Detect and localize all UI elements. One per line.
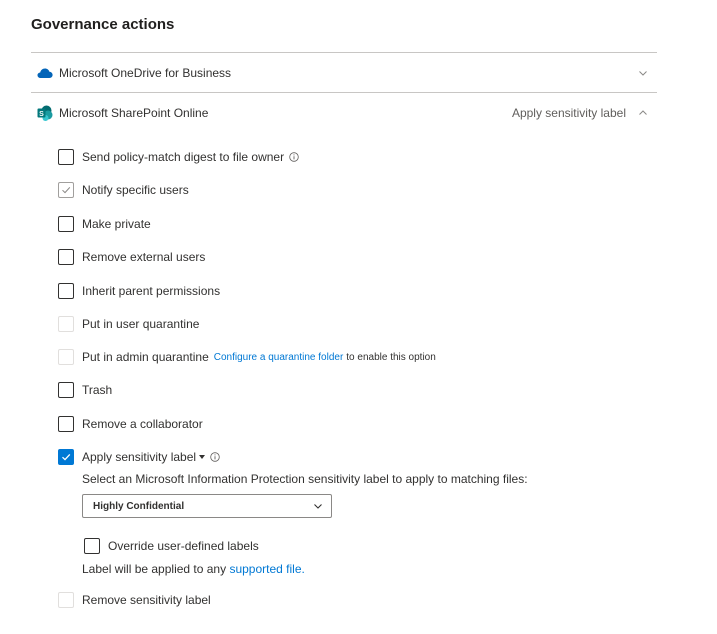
inherit-parent-checkbox[interactable] [58, 283, 74, 299]
info-icon[interactable] [210, 452, 220, 462]
sensitivity-label-dropdown[interactable]: Highly Confidential [82, 494, 332, 518]
override-labels-checkbox[interactable] [84, 538, 100, 554]
option-user-quarantine: Put in user quarantine [58, 315, 199, 333]
make-private-checkbox[interactable] [58, 216, 74, 232]
chevron-up-icon[interactable] [638, 108, 648, 118]
checkmark-icon [62, 453, 71, 461]
chevron-down-icon[interactable] [638, 68, 648, 78]
trash-checkbox[interactable] [58, 382, 74, 398]
option-make-private[interactable]: Make private [58, 215, 151, 233]
option-inherit-parent[interactable]: Inherit parent permissions [58, 282, 220, 300]
accordion-label: Microsoft OneDrive for Business [59, 66, 232, 80]
checkmark-icon [62, 187, 71, 194]
configure-quarantine-link[interactable]: Configure a quarantine folder [214, 352, 344, 363]
option-trash[interactable]: Trash [58, 381, 112, 399]
admin-quarantine-checkbox [58, 349, 74, 365]
option-label: Put in admin quarantine [82, 350, 209, 364]
label-footer: Label will be applied to any supported f… [82, 562, 305, 576]
option-remove-collaborator[interactable]: Remove a collaborator [58, 415, 203, 433]
dropdown-value: Highly Confidential [93, 500, 185, 512]
option-label: Remove external users [82, 250, 206, 264]
admin-quarantine-hint: to enable this option [346, 351, 436, 363]
apply-label-checkbox[interactable] [58, 449, 74, 465]
option-label: Trash [82, 383, 113, 397]
accordion-status: Apply sensitivity label [511, 106, 626, 120]
label-instruction: Select an Microsoft Information Protecti… [82, 472, 528, 486]
page-title: Governance actions [31, 16, 175, 33]
send-digest-checkbox[interactable] [58, 149, 74, 165]
sharepoint-icon: S [37, 105, 53, 121]
option-label: Remove a collaborator [82, 417, 203, 431]
option-notify-users[interactable]: Notify specific users [58, 181, 189, 199]
option-label: Apply sensitivity label [82, 450, 197, 464]
supported-file-link[interactable]: supported file. [229, 562, 304, 576]
option-admin-quarantine: Put in admin quarantine Configure a quar… [58, 348, 436, 366]
label-footer-text: Label will be applied to any [82, 562, 227, 576]
option-remove-label: Remove sensitivity label [58, 591, 211, 609]
svg-text:S: S [39, 111, 44, 118]
info-icon[interactable] [289, 152, 299, 162]
accordion-onedrive[interactable]: Microsoft OneDrive for Business [31, 53, 657, 93]
option-override-labels[interactable]: Override user-defined labels [84, 537, 259, 555]
user-quarantine-checkbox [58, 316, 74, 332]
option-apply-label[interactable]: Apply sensitivity label [58, 448, 220, 466]
chevron-down-icon [313, 501, 323, 511]
option-label: Notify specific users [82, 183, 189, 197]
remove-external-checkbox[interactable] [58, 249, 74, 265]
option-label: Put in user quarantine [82, 317, 200, 331]
option-label: Make private [82, 217, 151, 231]
notify-users-checkbox[interactable] [58, 182, 74, 198]
option-remove-external[interactable]: Remove external users [58, 248, 205, 266]
remove-label-checkbox [58, 592, 74, 608]
accordion-sharepoint[interactable]: S Microsoft SharePoint Online Apply sens… [31, 93, 657, 133]
caret-down-icon[interactable] [199, 455, 206, 459]
accordion-label: Microsoft SharePoint Online [59, 106, 209, 120]
option-send-digest[interactable]: Send policy-match digest to file owner [58, 148, 299, 166]
option-label: Send policy-match digest to file owner [82, 150, 285, 164]
remove-collaborator-checkbox[interactable] [58, 416, 74, 432]
onedrive-icon [37, 65, 53, 81]
option-label: Override user-defined labels [108, 539, 259, 553]
option-label: Inherit parent permissions [82, 284, 221, 298]
option-label: Remove sensitivity label [82, 593, 211, 607]
